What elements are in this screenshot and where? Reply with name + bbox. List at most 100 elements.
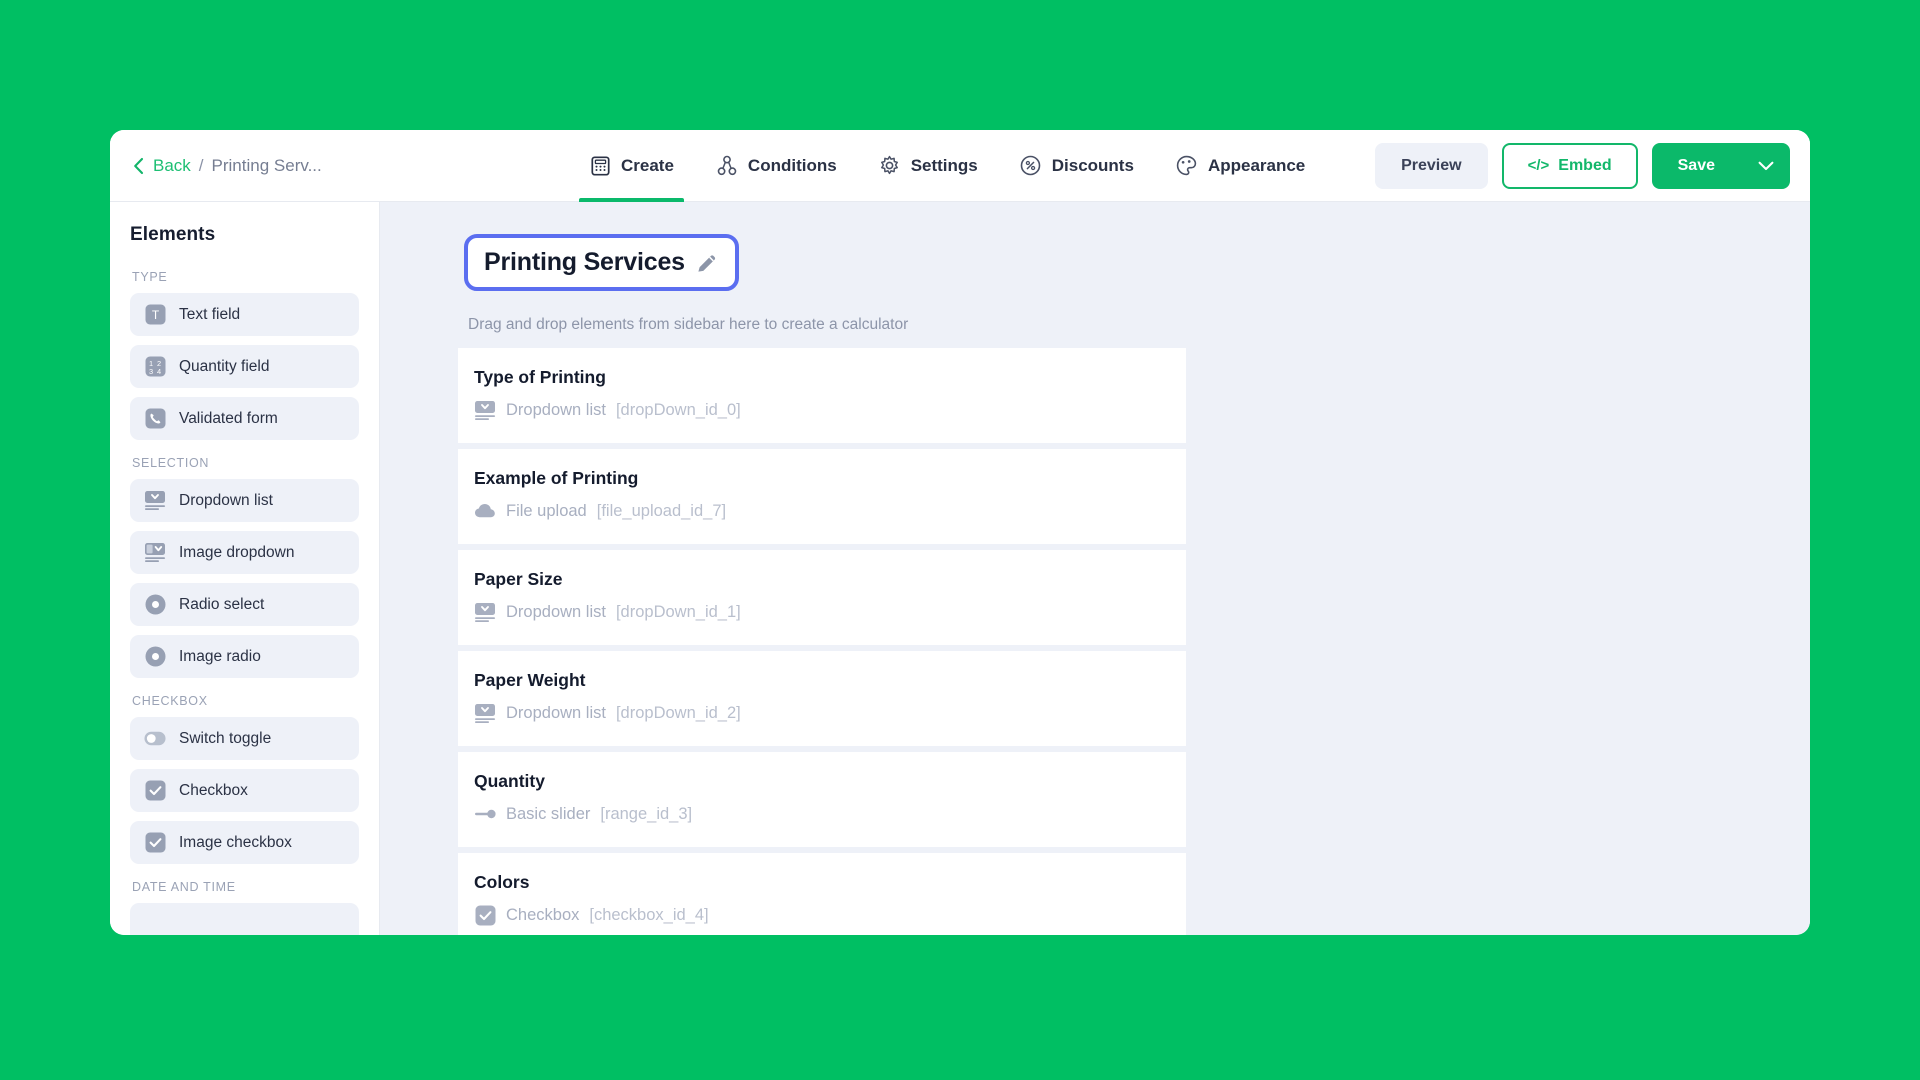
card-subtitle: Basic slider [range_id_3] xyxy=(474,803,1186,825)
sidebar-item-label: Validated form xyxy=(179,409,278,427)
group-label-type: TYPE xyxy=(132,270,168,284)
dropdown-icon xyxy=(474,601,496,623)
body: Elements TYPE T Text field 1 2 3 4 Quant… xyxy=(110,202,1810,935)
toggle-icon xyxy=(144,728,166,750)
card-element-id: [file_upload_id_7] xyxy=(596,501,727,520)
card-title: Example of Printing xyxy=(474,468,639,488)
sidebar-item-label: Image dropdown xyxy=(179,543,295,561)
image-radio-icon xyxy=(144,646,166,668)
sidebar-item-partial[interactable] xyxy=(130,903,359,935)
sidebar-item-label: Radio select xyxy=(179,595,265,613)
sidebar-item-text-field[interactable]: T Text field xyxy=(130,293,359,336)
card-element-id: [dropDown_id_0] xyxy=(615,400,741,419)
tab-conditions[interactable]: Conditions xyxy=(712,130,841,201)
card-type-label: File upload xyxy=(506,501,587,520)
chevron-down-icon[interactable] xyxy=(1742,143,1790,189)
palette-icon xyxy=(1176,155,1198,177)
dropdown-icon xyxy=(474,702,496,724)
element-card[interactable]: Example of Printing File upload [file_up… xyxy=(458,449,1186,544)
drag-drop-hint: Drag and drop elements from sidebar here… xyxy=(468,316,909,333)
calculator-icon xyxy=(589,155,611,177)
card-subtitle: Dropdown list [dropDown_id_0] xyxy=(474,399,1186,421)
sidebar-heading: Elements xyxy=(130,224,216,245)
code-icon: </> xyxy=(1527,157,1550,174)
svg-text:T: T xyxy=(151,308,159,322)
group-label-date-and-time: DATE AND TIME xyxy=(132,880,236,894)
calculator-title-field[interactable]: Printing Services xyxy=(464,234,739,291)
sidebar-item-label: Quantity field xyxy=(179,357,270,375)
image-checkbox-icon xyxy=(144,832,166,854)
radio-icon xyxy=(144,594,166,616)
text-field-icon: T xyxy=(144,304,166,326)
card-element-id: [checkbox_id_4] xyxy=(589,905,709,924)
element-card[interactable]: Colors Checkbox [checkbox_id_4] xyxy=(458,853,1186,935)
tab-label: Appearance xyxy=(1207,155,1306,175)
checkbox-icon xyxy=(144,780,166,802)
percent-icon xyxy=(1020,155,1042,177)
sidebar-item-quantity-field[interactable]: 1 2 3 4 Quantity field xyxy=(130,345,359,388)
card-element-id: [dropDown_id_2] xyxy=(615,703,741,722)
group-label-selection: SELECTION xyxy=(132,456,210,470)
tab-discounts[interactable]: Discounts xyxy=(1016,130,1138,201)
element-card[interactable]: Quantity Basic slider [range_id_3] xyxy=(458,752,1186,847)
sidebar-item-image-radio[interactable]: Image radio xyxy=(130,635,359,678)
card-type-label: Dropdown list xyxy=(506,703,606,722)
sidebar-item-radio-select[interactable]: Radio select xyxy=(130,583,359,626)
card-title: Quantity xyxy=(474,771,545,791)
sidebar-item-label: Text field xyxy=(179,305,241,323)
sidebar-item-validated-form[interactable]: Validated form xyxy=(130,397,359,440)
breadcrumb[interactable]: Back / Printing Serv... xyxy=(110,130,500,201)
element-card[interactable]: Paper Size Dropdown list [dropDown_id_1] xyxy=(458,550,1186,645)
card-title: Paper Weight xyxy=(474,670,586,690)
back-link[interactable]: Back xyxy=(153,156,191,176)
slider-icon xyxy=(474,803,496,825)
element-card[interactable]: Type of Printing Dropdown list [dropDown… xyxy=(458,348,1186,443)
tab-label: Settings xyxy=(910,155,978,175)
tab-label: Create xyxy=(621,155,674,175)
card-element-id: [dropDown_id_1] xyxy=(615,602,741,621)
phone-icon xyxy=(144,408,166,430)
card-type-label: Checkbox xyxy=(506,905,580,924)
sidebar-item-switch-toggle[interactable]: Switch toggle xyxy=(130,717,359,760)
card-type-label: Dropdown list xyxy=(506,400,606,419)
top-bar: Back / Printing Serv... Create Condition… xyxy=(110,130,1810,202)
tab-appearance[interactable]: Appearance xyxy=(1172,130,1309,201)
app-window: Back / Printing Serv... Create Condition… xyxy=(110,130,1810,935)
card-subtitle: File upload [file_upload_id_7] xyxy=(474,500,1186,522)
page-title: Printing Services xyxy=(484,248,685,276)
sidebar-item-checkbox[interactable]: Checkbox xyxy=(130,769,359,812)
image-dropdown-icon xyxy=(144,542,166,564)
sidebar-item-label: Checkbox xyxy=(179,781,248,799)
tab-create[interactable]: Create xyxy=(579,130,684,202)
svg-text:3: 3 xyxy=(148,367,152,376)
calculator-canvas: Printing Services Drag and drop elements… xyxy=(380,202,1810,935)
checkbox-icon xyxy=(474,904,496,926)
card-type-label: Dropdown list xyxy=(506,602,606,621)
sidebar-item-label: Dropdown list xyxy=(179,491,273,509)
sidebar-item-image-checkbox[interactable]: Image checkbox xyxy=(130,821,359,864)
embed-button[interactable]: </> Embed xyxy=(1501,142,1638,189)
tab-label: Discounts xyxy=(1051,155,1134,175)
card-type-label: Basic slider xyxy=(506,804,591,823)
sidebar-item-dropdown-list[interactable]: Dropdown list xyxy=(130,479,359,522)
sidebar-item-image-dropdown[interactable]: Image dropdown xyxy=(130,531,359,574)
sidebar-item-label: Switch toggle xyxy=(179,729,272,747)
preview-button[interactable]: Preview xyxy=(1375,142,1488,189)
svg-text:4: 4 xyxy=(156,367,160,376)
tab-label: Conditions xyxy=(747,155,837,175)
save-button[interactable]: Save xyxy=(1651,142,1790,189)
tab-settings[interactable]: Settings xyxy=(875,130,982,201)
breadcrumb-separator: / xyxy=(198,155,204,175)
card-subtitle: Dropdown list [dropDown_id_1] xyxy=(474,601,1186,623)
card-element-id: [range_id_3] xyxy=(600,804,693,823)
pencil-icon[interactable] xyxy=(695,251,719,275)
top-actions: Preview </> Embed Save xyxy=(1375,130,1810,201)
card-title: Paper Size xyxy=(474,569,563,589)
save-label[interactable]: Save xyxy=(1652,143,1741,189)
dropdown-icon xyxy=(144,490,166,512)
upload-cloud-icon xyxy=(474,500,496,522)
gear-icon xyxy=(879,155,901,177)
sidebar-item-label: Image checkbox xyxy=(179,833,292,851)
element-card[interactable]: Paper Weight Dropdown list [dropDown_id_… xyxy=(458,651,1186,746)
card-title: Colors xyxy=(474,872,530,892)
